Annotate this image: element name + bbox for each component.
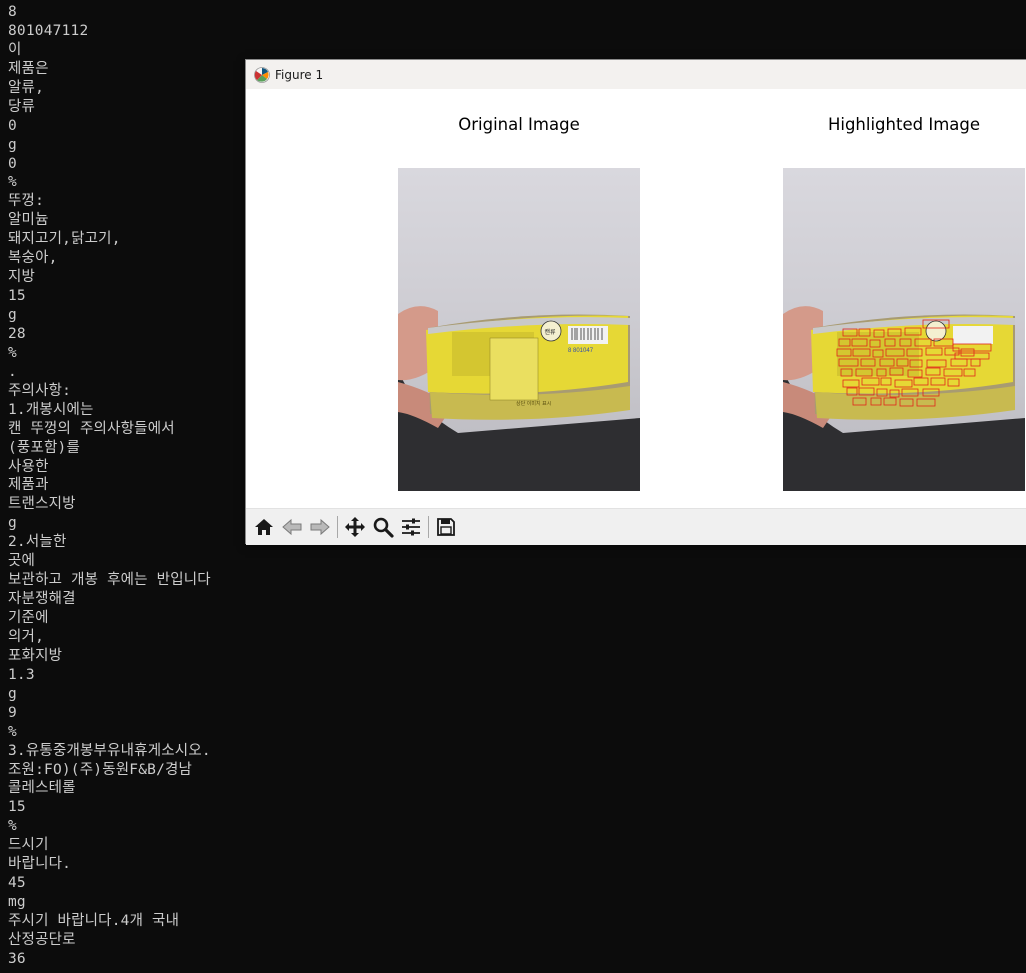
terminal-line: 15: [8, 799, 26, 816]
barcode-digits: 8 801047: [568, 348, 594, 354]
configure-subplots-icon: [402, 518, 420, 536]
toolbar-separator: [428, 516, 429, 538]
terminal-line: 8: [8, 4, 17, 20]
highlighted-image: [783, 168, 1025, 491]
recycle-badge-text: 캔류: [545, 328, 557, 336]
window-titlebar[interactable]: Figure 1: [246, 60, 1026, 89]
terminal-line: 의거,: [8, 628, 45, 645]
terminal-line: g: [8, 685, 17, 702]
home-button[interactable]: [250, 513, 278, 541]
toolbar-separator: [337, 516, 338, 538]
terminal-line: %: [8, 818, 17, 835]
figure-window[interactable]: Figure 1 Original Image Highlighted Imag…: [245, 59, 1026, 545]
save-button[interactable]: [432, 513, 460, 541]
terminal-line: %: [8, 723, 17, 740]
zoom-icon: [373, 517, 394, 538]
highlighted-image-photo: [783, 306, 1025, 491]
terminal-line: 1.3: [8, 666, 35, 683]
forward-button[interactable]: [306, 513, 334, 541]
home-icon: [255, 519, 273, 535]
terminal-line: 포화지방: [8, 647, 63, 664]
can-footer-text: 상단 이미지 표시: [516, 400, 551, 407]
window-title: Figure 1: [275, 67, 324, 82]
back-button[interactable]: [278, 513, 306, 541]
terminal-line: 이: [8, 41, 22, 58]
terminal-line: 자분쟁해결: [8, 591, 76, 608]
subplot-title-highlighted: Highlighted Image: [827, 115, 981, 134]
original-image-photo: 8 801047 캔류 상단 이미지 표시: [398, 306, 640, 491]
terminal-line: 산정공단로: [8, 931, 76, 948]
original-image: 8 801047 캔류 상단 이미지 표시: [398, 168, 640, 491]
configure-subplots-button[interactable]: [397, 513, 425, 541]
back-icon: [282, 518, 302, 536]
forward-icon: [310, 518, 330, 536]
terminal-line: 기준에: [8, 610, 49, 626]
terminal-line: 주시기 바랍니다.4개 국내: [8, 913, 180, 929]
terminal-line: 36: [8, 950, 26, 967]
terminal-line: 조원:FO)(주)동원F&B/경남: [8, 761, 193, 778]
zoom-button[interactable]: [369, 513, 397, 541]
terminal-line: 곳에: [8, 553, 36, 570]
terminal-line: mg: [8, 894, 26, 911]
terminal-line: 보관하고 개봉 후에는 반입니다: [8, 572, 211, 589]
save-icon: [437, 518, 455, 536]
terminal-line: 45: [8, 875, 26, 892]
subplot-title-original: Original Image: [458, 115, 580, 134]
terminal-line: 드시기: [8, 837, 49, 854]
figure-toolbar: [246, 508, 1026, 545]
terminal-line: 콜레스테롤: [8, 780, 76, 797]
terminal-line: 9: [8, 704, 17, 721]
pan-button[interactable]: [341, 513, 369, 541]
terminal-line: 바랍니다.: [8, 856, 72, 873]
matplotlib-figure-icon: [254, 66, 270, 83]
pan-icon: [345, 517, 365, 537]
terminal-line: 3.유통중개봉부유내휴게소시오.: [8, 742, 211, 759]
terminal-line: 801047112: [8, 22, 89, 39]
figure-canvas[interactable]: Original Image Highlighted Image 8 80104…: [246, 89, 1026, 508]
